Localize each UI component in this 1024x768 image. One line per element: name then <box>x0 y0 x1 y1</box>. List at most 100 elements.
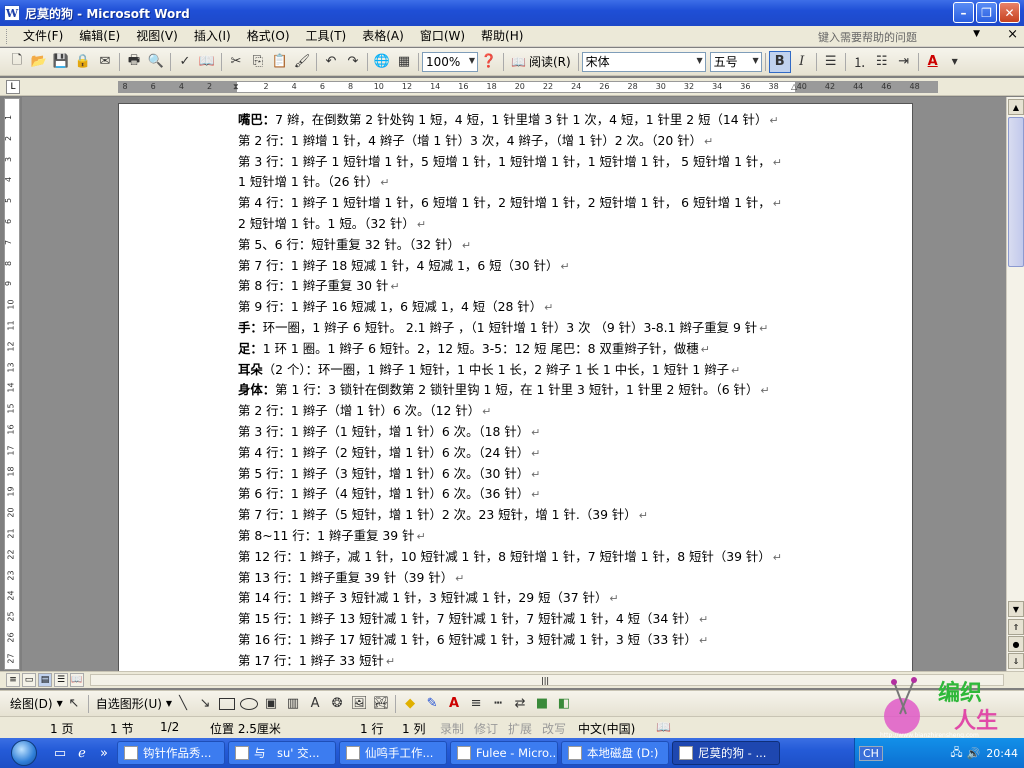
next-page-icon[interactable]: ⇓ <box>1008 653 1024 669</box>
prev-page-icon[interactable]: ⇑ <box>1008 619 1024 635</box>
undo-icon[interactable]: ↶ <box>320 51 342 73</box>
arrow-icon[interactable]: ↘ <box>194 693 216 715</box>
horizontal-scrollbar[interactable]: ||| <box>90 674 1004 686</box>
select-objects-icon[interactable]: ↖ <box>63 693 85 715</box>
wordart-icon[interactable]: A <box>304 693 326 715</box>
menu-table[interactable]: 表格(A) <box>354 27 412 46</box>
font-color-draw-icon[interactable]: A <box>443 693 465 715</box>
reading-view-icon[interactable]: 📖 <box>70 673 84 687</box>
italic-button[interactable]: I <box>791 51 813 73</box>
save-icon[interactable]: 💾 <box>50 51 72 73</box>
document-line[interactable]: 第 14 行：1 辫子 3 短针减 1 针，3 短针减 1 针，29 短（37 … <box>238 588 818 609</box>
ie-icon[interactable]: ℯ <box>72 743 92 763</box>
indent-icon[interactable]: ⇥ <box>893 51 915 73</box>
fill-color-icon[interactable]: ◆ <box>399 693 421 715</box>
print-view-icon[interactable]: ▤ <box>38 673 52 687</box>
document-line[interactable]: 手：环一圈，1 辫子 6 短针。 2.1 辫子 ，（1 短针增 1 针）3 次 … <box>238 318 818 339</box>
help-search-input[interactable]: 键入需要帮助的问题 <box>814 28 964 45</box>
open-folder-icon[interactable]: 📂 <box>28 51 50 73</box>
spelling-icon[interactable]: ✓ <box>174 51 196 73</box>
taskbar-button[interactable]: 钩针作品秀... <box>117 741 225 765</box>
indent-marker-icon[interactable]: ⧗ <box>233 82 239 92</box>
vertical-ruler[interactable]: 1 2 3 4 5 6 7 8 9 10 11 12 13 14 15 16 17 18 19 20 21 22 23 24 2… <box>4 98 20 670</box>
paste-icon[interactable]: 📋 <box>269 51 291 73</box>
scroll-thumb[interactable] <box>1008 117 1024 267</box>
input-method-indicator[interactable]: CH <box>859 745 883 761</box>
zoom-select[interactable]: 100% ▼ <box>422 51 478 72</box>
textbox-icon[interactable]: ▣ <box>260 693 282 715</box>
word-app-icon[interactable]: W <box>4 5 20 21</box>
taskbar-button[interactable]: Fulee - Micro... <box>450 741 558 765</box>
document-line[interactable]: 第 5 行：1 辫子（3 短针，增 1 针）6 次。（30 针） ↵ <box>238 464 818 485</box>
document-line[interactable]: 第 17 行：1 辫子 33 短针 ↵ <box>238 651 818 671</box>
status-track[interactable]: 修订 <box>474 720 498 737</box>
menu-help[interactable]: 帮助(H) <box>473 27 531 46</box>
3d-icon[interactable]: ◧ <box>553 693 575 715</box>
quicklaunch-more-icon[interactable]: » <box>94 743 114 763</box>
chevron-down-icon[interactable]: ▼ <box>944 51 966 73</box>
document-line[interactable]: 第 7 行：1 辫子（5 短针，增 1 针）2 次。23 短针，增 1 针.（3… <box>238 505 818 526</box>
numbering-icon[interactable]: ⒈ <box>849 51 871 73</box>
bullets-icon[interactable]: ☷ <box>871 51 893 73</box>
status-overtype[interactable]: 改写 <box>542 720 566 737</box>
document-line[interactable]: 第 2 行：1 辫增 1 针，4 辫子（增 1 针）3 次，4 辫子，（增 1 … <box>238 131 818 152</box>
horizontal-ruler[interactable]: ⧗ △ 8 6 4 2 2 4 6 8 10 12 14 16 18 20 22 24 26 28 30 32 34 36… <box>118 81 938 93</box>
document-line[interactable]: 身体：第 1 行：3 锁针在倒数第 2 锁针里钩 1 短，在 1 针里 3 短针… <box>238 380 818 401</box>
document-close-button[interactable]: × <box>1007 27 1018 42</box>
print-icon[interactable]: 🖶 <box>123 51 145 73</box>
document-line[interactable]: 第 9 行：1 辫子 16 短减 1，6 短减 1，4 短（28 针） ↵ <box>238 297 818 318</box>
volume-icon[interactable]: 🔊 <box>967 747 981 760</box>
document-line[interactable]: 第 2 行：1 辫子（增 1 针）6 次。（12 针） ↵ <box>238 401 818 422</box>
maximize-button[interactable]: ❐ <box>976 2 997 23</box>
menu-view[interactable]: 视图(V) <box>128 27 186 46</box>
minimize-button[interactable]: – <box>953 2 974 23</box>
chevron-down-icon[interactable]: ▼ <box>697 56 703 65</box>
taskbar-button[interactable]: 本地磁盘 (D:) <box>561 741 669 765</box>
network-icon[interactable]: 🖧 <box>950 744 962 763</box>
vertical-textbox-icon[interactable]: ▥ <box>282 693 304 715</box>
document-line[interactable]: 第 4 行：1 辫子（2 短针，增 1 针）6 次。（24 针） ↵ <box>238 443 818 464</box>
align-justify-icon[interactable]: ☰ <box>820 51 842 73</box>
close-button[interactable]: ✕ <box>999 2 1020 23</box>
normal-view-icon[interactable]: ≡ <box>6 673 20 687</box>
document-line[interactable]: 2 短针增 1 针。1 短。（32 针） ↵ <box>238 214 818 235</box>
line-icon[interactable]: ╲ <box>172 693 194 715</box>
start-button[interactable] <box>0 738 48 768</box>
scroll-up-icon[interactable]: ▲ <box>1008 99 1024 115</box>
document-line[interactable]: 耳朵（2 个）：环一圈，1 辫子 1 短针，1 中长 1 长，2 辫子 1 长 … <box>238 360 818 381</box>
document-line[interactable]: 第 8~11 行：1 辫子重复 39 针 ↵ <box>238 526 818 547</box>
print-preview-icon[interactable]: 🔍 <box>145 51 167 73</box>
shadow-icon[interactable]: ■ <box>531 693 553 715</box>
tab-selector[interactable]: L <box>6 80 20 94</box>
clipart-icon[interactable]: 🖼 <box>348 693 370 715</box>
read-button[interactable]: 📖 阅读(R) <box>507 51 575 73</box>
document-line[interactable]: 第 3 行：1 辫子 1 短针增 1 针，5 短增 1 针，1 短针增 1 针，… <box>238 152 818 173</box>
bold-button[interactable]: B <box>768 50 791 73</box>
chevron-down-icon[interactable]: ▼ <box>753 56 759 65</box>
vertical-scrollbar[interactable]: ▲ ▼ ⇑ ● ⇓ <box>1006 97 1024 671</box>
rectangle-icon[interactable] <box>216 693 238 715</box>
copy-icon[interactable]: ⎘ <box>247 51 269 73</box>
document-line[interactable]: 第 3 行：1 辫子（1 短针，增 1 针）6 次。（18 针） ↵ <box>238 422 818 443</box>
menu-tools[interactable]: 工具(T) <box>298 27 355 46</box>
arrow-style-icon[interactable]: ⇄ <box>509 693 531 715</box>
new-document-icon[interactable]: 🗋 <box>6 51 28 73</box>
document-line[interactable]: 1 短针增 1 针。（26 针） ↵ <box>238 172 818 193</box>
help-dropdown-icon[interactable]: ▼ <box>973 29 980 39</box>
menu-edit[interactable]: 编辑(E) <box>71 27 128 46</box>
table-icon[interactable]: ▦ <box>393 51 415 73</box>
dash-style-icon[interactable]: ┅ <box>487 693 509 715</box>
menu-format[interactable]: 格式(O) <box>239 27 298 46</box>
scroll-down-icon[interactable]: ▼ <box>1008 601 1024 617</box>
chevron-down-icon[interactable]: ▼ <box>469 56 475 65</box>
document-line[interactable]: 第 7 行：1 辫子 18 短减 1 针，4 短减 1，6 短（30 针） ↵ <box>238 256 818 277</box>
document-line[interactable]: 第 16 行：1 辫子 17 短针减 1 针，6 短针减 1 针，3 短针减 1… <box>238 630 818 651</box>
document-line[interactable]: 第 15 行：1 辫子 13 短针减 1 针，7 短针减 1 针，7 短针减 1… <box>238 609 818 630</box>
font-size-select[interactable]: 五号 ▼ <box>709 51 762 72</box>
spelling-status-icon[interactable]: 📖 <box>656 720 671 734</box>
oval-icon[interactable] <box>238 693 260 715</box>
permission-icon[interactable]: 🔒 <box>72 51 94 73</box>
help-icon[interactable]: ❓ <box>478 51 500 73</box>
draw-menu-button[interactable]: 绘图(D) <box>6 695 57 712</box>
document-line[interactable]: 第 12 行：1 辫子，减 1 针，10 短针减 1 针，8 短针增 1 针，7… <box>238 547 818 568</box>
